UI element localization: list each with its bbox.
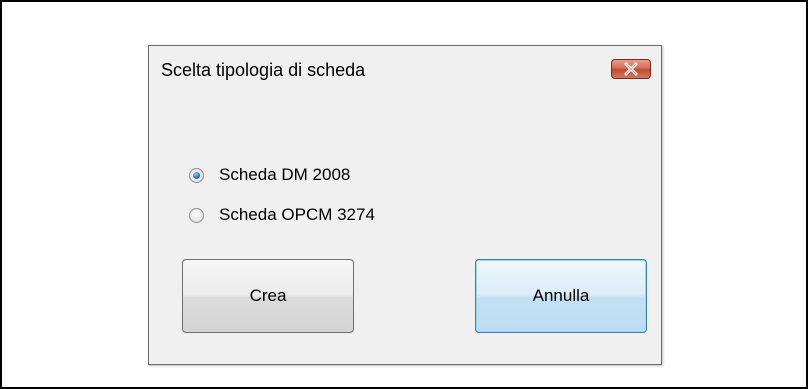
radio-label: Scheda DM 2008 xyxy=(219,165,351,184)
radio-option-opcm3274[interactable]: Scheda OPCM 3274 xyxy=(189,203,375,227)
screenshot-frame: Scelta tipologia di scheda Scheda DM 200… xyxy=(0,0,808,389)
radio-button-checked[interactable] xyxy=(189,167,204,183)
radio-button-unchecked[interactable] xyxy=(189,207,204,223)
radio-label: Scheda OPCM 3274 xyxy=(219,205,375,224)
cancel-button[interactable]: Annulla xyxy=(475,259,647,333)
close-icon xyxy=(624,62,638,76)
close-button[interactable] xyxy=(611,59,651,79)
dialog-client-area: Scheda DM 2008 Scheda OPCM 3274 Crea Ann… xyxy=(155,94,653,356)
dialog-title: Scelta tipologia di scheda xyxy=(161,60,366,80)
dialog-window: Scelta tipologia di scheda Scheda DM 200… xyxy=(148,45,662,365)
radio-option-dm2008[interactable]: Scheda DM 2008 xyxy=(189,163,350,187)
create-button[interactable]: Crea xyxy=(182,259,354,333)
dialog-titlebar[interactable]: Scelta tipologia di scheda xyxy=(149,46,661,94)
